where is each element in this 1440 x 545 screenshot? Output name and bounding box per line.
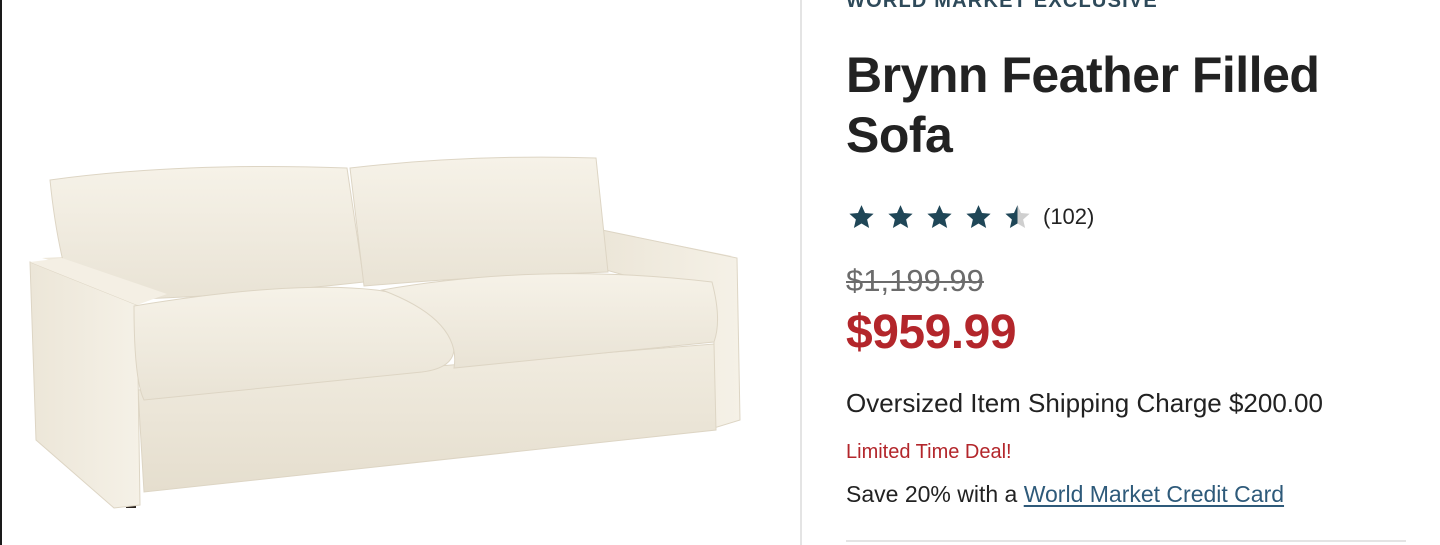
star-icon xyxy=(849,205,874,228)
product-image-panel[interactable] xyxy=(2,0,800,545)
original-price: $1,199.99 xyxy=(846,263,984,298)
shipping-charge: Oversized Item Shipping Charge $200.00 xyxy=(846,388,1323,418)
product-info-panel: WORLD MARKET EXCLUSIVE Brynn Feather Fil… xyxy=(846,0,1426,545)
promo-text: Save 20% with a xyxy=(846,481,1018,507)
star-icon xyxy=(966,205,991,228)
exclusive-eyebrow: WORLD MARKET EXCLUSIVE xyxy=(846,0,1158,12)
product-page: WORLD MARKET EXCLUSIVE Brynn Feather Fil… xyxy=(0,0,1440,545)
star-rating[interactable] xyxy=(846,202,1033,232)
star-icon xyxy=(888,205,913,228)
rating-summary[interactable]: (102) xyxy=(846,200,1094,234)
deal-badge: Limited Time Deal! xyxy=(846,441,1012,463)
sale-price: $959.99 xyxy=(846,306,1017,359)
product-title: Brynn Feather Filled Sofa xyxy=(846,47,1320,163)
review-count[interactable]: (102) xyxy=(1043,204,1094,230)
product-image[interactable] xyxy=(2,0,800,545)
credit-card-promo: Save 20% with a World Market Credit Card xyxy=(846,481,1284,508)
section-divider xyxy=(846,540,1406,542)
credit-card-link[interactable]: World Market Credit Card xyxy=(1024,481,1284,507)
star-icon xyxy=(927,205,952,228)
half-star-icon xyxy=(1005,205,1030,228)
panel-divider xyxy=(800,0,802,545)
